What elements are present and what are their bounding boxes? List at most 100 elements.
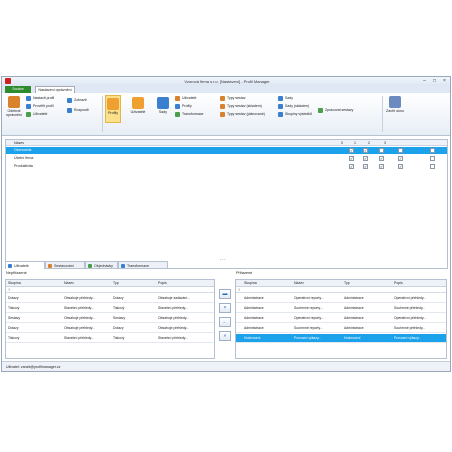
grid-header-cell[interactable]: Skupina	[8, 280, 21, 287]
table-row[interactable]: Administrace Souhrnné reporty... Administr…	[236, 324, 446, 333]
tree-header-col: 1	[354, 141, 356, 145]
permission-checkbox[interactable]: ✓	[398, 164, 403, 169]
button-label: Zpracovat sestavy	[325, 108, 354, 112]
table-row[interactable]: Dotazy Obsahuje přehledy... Dotazy Obsahuje…	[6, 294, 214, 303]
permission-checkbox[interactable]: ✓	[349, 164, 354, 169]
permission-checkbox[interactable]: ✓	[398, 156, 403, 161]
bottom-tabs: Uživatelé Sestavování Objednávky Transforma…	[5, 261, 205, 269]
table-cell: Dotazy	[113, 296, 124, 300]
remove-button[interactable]: ×	[219, 303, 231, 313]
maximize-icon[interactable]: □	[430, 78, 439, 84]
table-cell: Obsahuje přehledy...	[64, 316, 96, 320]
permission-checkbox[interactable]: ✓	[363, 156, 368, 161]
ribbon-button-0[interactable]: Nastavit profil	[26, 95, 54, 102]
tree-row[interactable]: Produktivita ✓ ✓ ✓ ✓	[6, 163, 447, 170]
ribbon-item-0[interactable]: Uživatelé	[175, 95, 196, 102]
table-row[interactable]: Hodnocení Provozní výkazy... Hodnocení Prov…	[236, 334, 446, 343]
permission-checkbox[interactable]: ✓	[379, 156, 384, 161]
ribbon-item-8[interactable]: Skupiny výsledků	[278, 111, 312, 118]
table-cell: Provozní výkazy...	[294, 336, 322, 340]
item-icon	[278, 111, 283, 117]
ribbon-button-4[interactable]: Rozpustit	[67, 107, 89, 114]
view-button-2[interactable]: Sady	[155, 95, 171, 123]
grid-header-cell[interactable]: Typ	[113, 280, 119, 287]
table-row[interactable]: Sestavy Obsahuje přehledy... Sestavy Obsahu…	[6, 314, 214, 323]
table-cell: Administrace	[244, 296, 264, 300]
ribbon-button-1[interactable]: Prověřit profil	[26, 103, 54, 110]
permission-checkbox[interactable]: ✓	[363, 148, 368, 153]
filter-row[interactable]: Y	[6, 287, 214, 293]
permission-checkbox[interactable]: ✓	[349, 148, 354, 153]
view-button-0[interactable]: Profily	[105, 95, 121, 123]
add-all-button[interactable]: ▬	[219, 289, 231, 299]
ribbon-item-3[interactable]: Typy sestav	[220, 95, 245, 102]
table-cell: Sestavy	[113, 316, 126, 320]
ribbon-item-7[interactable]: Sady (skladem)	[278, 103, 309, 110]
permission-checkbox[interactable]: ✓	[379, 164, 384, 169]
ribbon: Odebrat oprávnění Nastavit profil Prověřit…	[2, 93, 450, 136]
button-label: Sady	[285, 96, 293, 100]
table-row[interactable]: Dotazy Obsahuje přehledy... Dotazy Obsahuje…	[6, 324, 214, 333]
tree-row[interactable]: Účetní firma ✓ ✓ ✓ ✓	[6, 155, 447, 162]
grid-header-cell[interactable]: Typ	[344, 280, 350, 287]
permission-checkbox[interactable]	[379, 148, 384, 153]
permission-checkbox[interactable]	[398, 148, 403, 153]
title-bar: Vzorová firma s.r.o. [Nastavení] - Profi…	[2, 77, 450, 86]
bottom-tab[interactable]: Uživatelé	[5, 261, 45, 269]
add-button[interactable]: ←	[219, 317, 231, 327]
minimize-icon[interactable]: –	[420, 78, 429, 84]
table-cell: Administrace	[344, 316, 364, 320]
ribbon-item-4[interactable]: Typy sestav (skladem)	[220, 103, 262, 110]
ribbon-button-3[interactable]: Zobrazit	[67, 97, 87, 104]
table-row[interactable]: Tiskový Stavební přehledy... Tiskový Staveb…	[6, 304, 214, 313]
permission-checkbox[interactable]: ✓	[363, 164, 368, 169]
permission-checkbox[interactable]: ✓	[349, 156, 354, 161]
button-label: Skupiny výsledků	[285, 112, 313, 116]
table-row[interactable]: Administrace Operativní reporty... Adminis…	[236, 314, 446, 323]
view-icon	[132, 97, 144, 109]
table-row[interactable]: Administrace Souhrnné reporty... Administr…	[236, 304, 446, 313]
table-cell: Provozní výkazy...	[394, 336, 422, 340]
close-window-icon	[389, 96, 401, 108]
grid-header-cell[interactable]: Popis	[394, 280, 403, 287]
splitter-grip[interactable]: ···	[220, 257, 225, 263]
ribbon-button-2[interactable]: Uživatelé	[26, 111, 47, 118]
ribbon-item-2[interactable]: Transformace	[175, 111, 203, 118]
bottom-tab[interactable]: Sestavování	[45, 261, 85, 269]
grid-header-cell[interactable]: Skupina	[244, 280, 257, 287]
filter-row[interactable]: Y	[236, 287, 446, 293]
table-row[interactable]: Tiskový Stavební přehledy... Tiskový Staveb…	[6, 334, 214, 343]
item-icon	[318, 107, 323, 113]
bottom-tab[interactable]: Objednávky	[85, 261, 118, 269]
remove-permission-button[interactable]: Odebrat oprávnění	[5, 96, 23, 117]
permission-checkbox[interactable]	[430, 156, 435, 161]
table-row[interactable]: Administrace Operativní reporty... Adminis…	[236, 294, 446, 303]
tab-file[interactable]: Soubor	[5, 86, 31, 93]
tree-header-col: 3	[384, 141, 386, 145]
bottom-tab[interactable]: Transformace	[118, 261, 168, 269]
tab-ribbon[interactable]: Nastavení oprávnění	[35, 86, 75, 93]
close-window-button[interactable]: Zavřít okno	[386, 96, 404, 113]
grid-header-cell[interactable]: Název	[294, 280, 304, 287]
grid-header-cell[interactable]: Popis	[158, 280, 167, 287]
table-cell: Sestavy	[8, 316, 21, 320]
tree-row[interactable]: Obchodník ✓ ✓	[6, 147, 447, 154]
table-cell: Dotazy	[8, 326, 19, 330]
table-cell: Administrace	[344, 306, 364, 310]
ribbon-item-6[interactable]: Sady	[278, 95, 293, 102]
app-window: Vzorová firma s.r.o. [Nastavení] - Profi…	[1, 76, 451, 372]
permission-checkbox[interactable]	[430, 164, 435, 169]
view-button-1[interactable]: Uživatelé	[125, 95, 151, 123]
permission-checkbox[interactable]	[430, 148, 435, 153]
tab-icon	[121, 264, 125, 268]
table-cell: Obsahuje přehledy...	[158, 326, 190, 330]
move-all-button[interactable]: »	[219, 331, 231, 341]
grid-header-cell[interactable]: Název	[64, 280, 74, 287]
close-icon[interactable]: ×	[440, 78, 449, 84]
table-cell: Stavební přehledy...	[64, 306, 94, 310]
ribbon-item-5[interactable]: Typy sestav (plánované)	[220, 111, 265, 118]
ribbon-item-9[interactable]: Zpracovat sestavy	[318, 107, 353, 114]
group-separator	[102, 96, 103, 132]
unassigned-grid: Skupina Název Typ Popis Y Dotazy Obsahuje přeh…	[5, 279, 215, 359]
ribbon-item-1[interactable]: Profily	[175, 103, 192, 110]
